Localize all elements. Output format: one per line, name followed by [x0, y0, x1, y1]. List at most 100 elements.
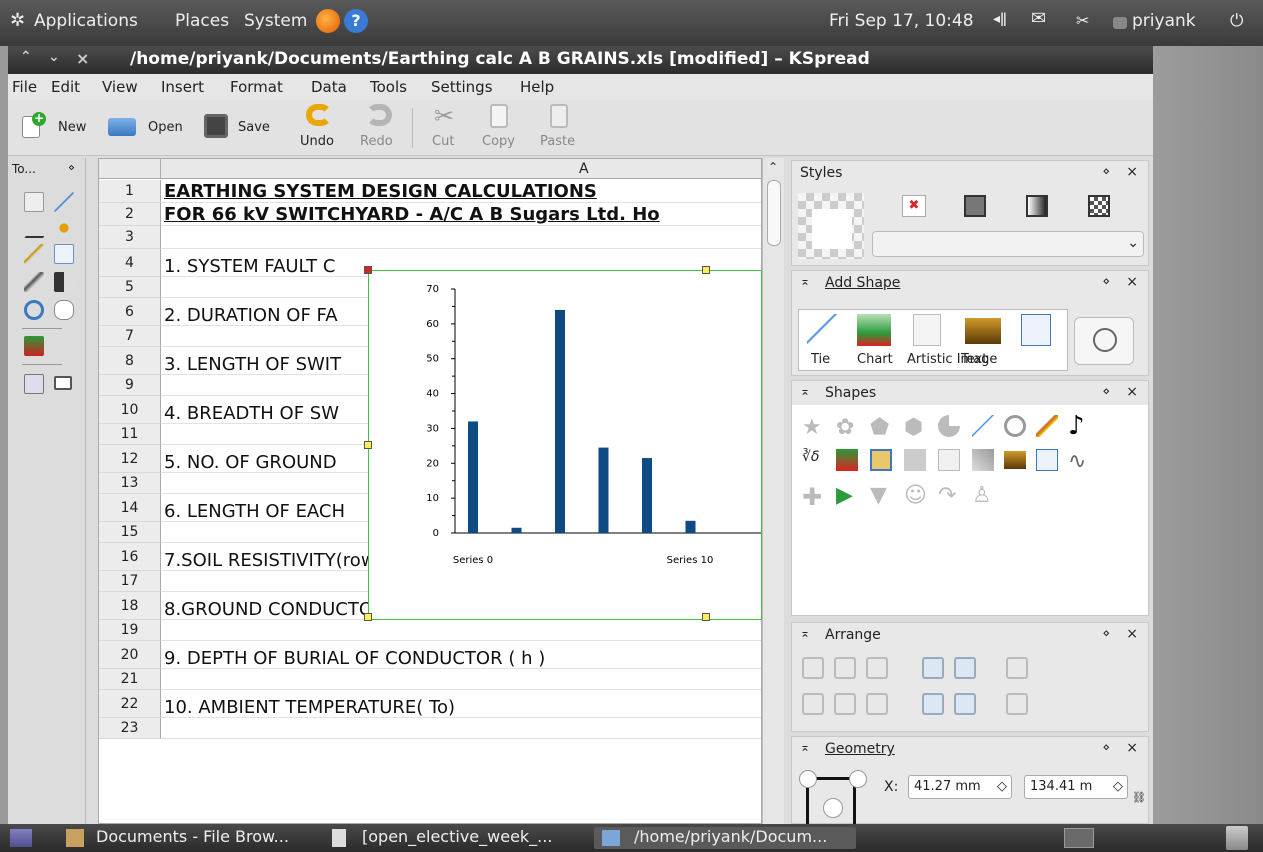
- align-bottom-icon[interactable]: [866, 657, 888, 679]
- row-header[interactable]: 20: [99, 641, 161, 669]
- more-shapes-button[interactable]: [1074, 317, 1134, 365]
- firefox-icon[interactable]: [316, 9, 340, 33]
- arrange-close-icon[interactable]: ×: [1126, 626, 1138, 642]
- cell-a21[interactable]: [161, 669, 761, 690]
- network-icon[interactable]: ✂: [1076, 11, 1089, 30]
- menu-insert[interactable]: Insert: [161, 78, 204, 96]
- task-file-browser[interactable]: Documents - File Brow...: [62, 827, 322, 849]
- shape-label-chart[interactable]: Chart: [857, 352, 893, 367]
- cell-tool-icon[interactable]: [24, 374, 44, 394]
- cell-a1[interactable]: EARTHING SYSTEM DESIGN CALCULATIONS: [161, 180, 761, 203]
- gradient-fill-icon[interactable]: [1026, 195, 1048, 217]
- menu-help[interactable]: Help: [520, 78, 554, 96]
- menu-settings[interactable]: Settings: [431, 78, 493, 96]
- row-header[interactable]: 17: [99, 571, 161, 592]
- pattern-fill-icon[interactable]: [1088, 195, 1110, 217]
- image-small-icon[interactable]: [1004, 451, 1026, 469]
- add-shape-close-icon[interactable]: ×: [1126, 274, 1138, 290]
- cell-a19[interactable]: [161, 620, 761, 641]
- shapes-close-icon[interactable]: ×: [1126, 384, 1138, 400]
- trash-icon[interactable]: [1226, 826, 1248, 850]
- pattern-tool-icon[interactable]: [54, 272, 74, 292]
- task-open-elective[interactable]: [open_elective_week_...: [328, 827, 590, 849]
- select-tool-icon[interactable]: [24, 192, 44, 212]
- minimize-icon[interactable]: ⌃: [20, 49, 32, 65]
- picture-frame-icon[interactable]: [870, 449, 892, 471]
- pen-tool-icon[interactable]: [24, 244, 44, 264]
- show-desktop-icon[interactable]: [10, 829, 32, 847]
- collapse-icon-geometry[interactable]: ⌅: [800, 740, 810, 754]
- close-icon[interactable]: ×: [76, 49, 89, 68]
- angle-tool-icon[interactable]: [24, 218, 44, 238]
- new-button[interactable]: + New: [22, 110, 92, 144]
- collapse-icon-shapes[interactable]: ⌅: [800, 384, 810, 398]
- cell-a3[interactable]: [161, 226, 761, 249]
- scroll-up-icon[interactable]: ⌃: [768, 160, 778, 174]
- toolbox-float-icon[interactable]: ⋄: [68, 161, 75, 174]
- task-kspread[interactable]: /home/priyank/Docum...: [594, 827, 856, 849]
- star-shape-icon[interactable]: ★: [802, 415, 824, 440]
- cell-a22[interactable]: 10. AMBIENT TEMPERATURE( To): [161, 690, 761, 718]
- styles-close-icon[interactable]: ×: [1126, 164, 1138, 180]
- menu-file[interactable]: File: [12, 78, 37, 96]
- lower-icon[interactable]: [922, 693, 944, 715]
- user-status-icon[interactable]: [1113, 17, 1127, 29]
- row-header[interactable]: 6: [99, 298, 161, 326]
- collapse-icon-arrange[interactable]: ⌅: [800, 626, 810, 640]
- save-button[interactable]: Save: [204, 110, 284, 144]
- solid-fill-icon[interactable]: [964, 195, 986, 217]
- collapse-icon[interactable]: ⌅: [800, 274, 810, 288]
- menu-tools[interactable]: Tools: [370, 78, 407, 96]
- send-back-icon[interactable]: [954, 693, 976, 715]
- group-icon[interactable]: [1006, 657, 1028, 679]
- style-selector[interactable]: ⌄: [872, 231, 1144, 257]
- brush-shape-icon[interactable]: [1036, 415, 1058, 437]
- formula-shape-icon[interactable]: ∛δ: [802, 449, 824, 471]
- pan-tool-icon[interactable]: [54, 300, 74, 320]
- zoom-tool-icon[interactable]: [24, 300, 44, 320]
- flower-shape-icon[interactable]: ✿: [836, 415, 858, 440]
- row-header[interactable]: 14: [99, 494, 161, 522]
- row-header[interactable]: 5: [99, 277, 161, 298]
- figure-shape-icon[interactable]: ♙: [972, 483, 994, 508]
- help-tool-icon[interactable]: [54, 244, 74, 264]
- row-header[interactable]: 19: [99, 620, 161, 641]
- align-vcenter-icon[interactable]: [834, 657, 856, 679]
- artistic-text-icon[interactable]: [913, 314, 941, 346]
- cell-a2[interactable]: FOR 66 kV SWITCHYARD - A/C A B Sugars Lt…: [161, 203, 761, 226]
- volume-icon[interactable]: ◂ǁ: [993, 11, 1007, 27]
- align-hcenter-icon[interactable]: [834, 693, 856, 715]
- chart-resize-handle-bottom-left[interactable]: [364, 613, 372, 621]
- pentagon-shape-icon[interactable]: ⬟: [870, 415, 892, 440]
- path-shape-icon[interactable]: [972, 415, 994, 437]
- open-button[interactable]: Open: [108, 110, 188, 144]
- copy-button[interactable]: Copy: [480, 102, 524, 152]
- spiral-shape-icon[interactable]: [1004, 415, 1026, 437]
- pie-shape-icon[interactable]: [938, 415, 960, 437]
- row-header[interactable]: 22: [99, 690, 161, 718]
- undo-button[interactable]: Undo: [298, 102, 342, 152]
- anchor-dot-icon[interactable]: [799, 770, 817, 788]
- vector-image-icon[interactable]: [972, 449, 994, 471]
- text-small-icon[interactable]: [1036, 449, 1058, 471]
- workspace-switcher-icon[interactable]: [1064, 828, 1094, 848]
- x-position-field[interactable]: 41.27 mm ◇: [908, 775, 1012, 799]
- rectangle-shape-icon[interactable]: [904, 449, 926, 471]
- path-tool-icon[interactable]: [54, 192, 74, 212]
- eyedropper-tool-icon[interactable]: [24, 272, 44, 292]
- align-top-icon[interactable]: [802, 657, 824, 679]
- gnome-foot-icon[interactable]: ✲: [10, 10, 25, 31]
- row-header[interactable]: 11: [99, 424, 161, 445]
- row-header[interactable]: 23: [99, 718, 161, 739]
- cut-button[interactable]: ✂ Cut: [428, 102, 468, 152]
- row-header[interactable]: 8: [99, 347, 161, 375]
- chart-resize-handle-bottom[interactable]: [702, 613, 710, 621]
- maximize-icon[interactable]: ⌄: [48, 49, 60, 65]
- row-header[interactable]: 10: [99, 396, 161, 424]
- text-shape-icon[interactable]: [1021, 314, 1051, 346]
- cell-a23[interactable]: [161, 718, 761, 739]
- music-note-icon[interactable]: ♪: [1068, 411, 1090, 441]
- shapes-float-icon[interactable]: ⋄: [1102, 384, 1110, 398]
- mail-icon[interactable]: ✉: [1031, 8, 1046, 29]
- row-header[interactable]: 21: [99, 669, 161, 690]
